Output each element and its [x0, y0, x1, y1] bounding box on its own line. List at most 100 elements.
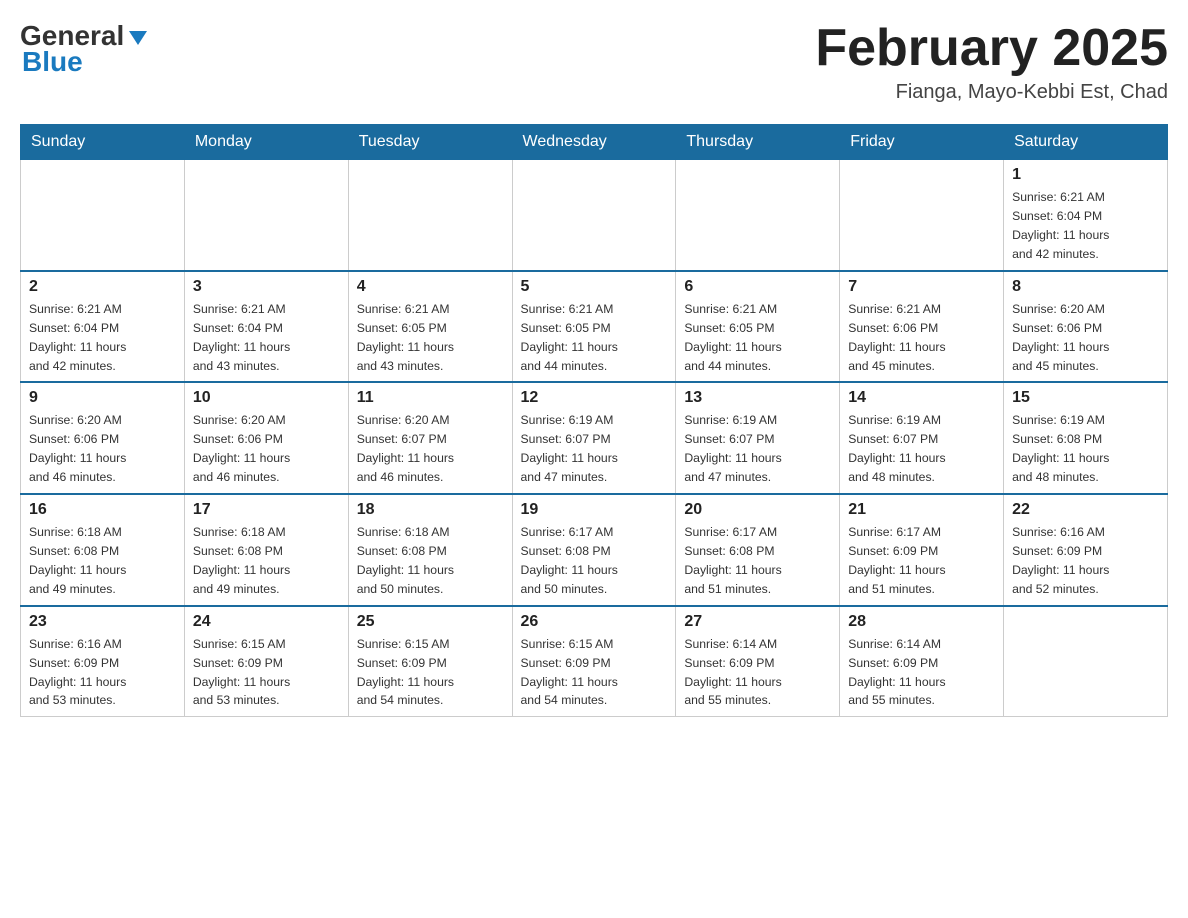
calendar-location: Fianga, Mayo-Kebbi Est, Chad [815, 81, 1168, 104]
table-row [21, 160, 185, 271]
logo: General Blue [20, 20, 147, 78]
table-row: 7 Sunrise: 6:21 AM Sunset: 6:06 PM Daylig… [840, 271, 1004, 383]
day-number: 25 [357, 613, 504, 631]
day-info: Sunrise: 6:17 AM Sunset: 6:08 PM Dayligh… [521, 523, 668, 599]
day-number: 7 [848, 278, 995, 296]
table-row: 11 Sunrise: 6:20 AM Sunset: 6:07 PM Dayli… [348, 382, 512, 494]
day-info: Sunrise: 6:21 AM Sunset: 6:05 PM Dayligh… [521, 300, 668, 376]
table-row: 19 Sunrise: 6:17 AM Sunset: 6:08 PM Dayli… [512, 494, 676, 606]
table-row: 27 Sunrise: 6:14 AM Sunset: 6:09 PM Dayli… [676, 606, 840, 717]
col-saturday: Saturday [1004, 125, 1168, 160]
table-row: 8Sunrise: 6:20 AM Sunset: 6:06 PM Daylig… [1004, 271, 1168, 383]
day-number: 2 [29, 278, 176, 296]
table-row [184, 160, 348, 271]
day-info: Sunrise: 6:21 AM Sunset: 6:05 PM Dayligh… [684, 300, 831, 376]
day-info: Sunrise: 6:20 AM Sunset: 6:06 PM Dayligh… [1012, 300, 1159, 376]
day-info: Sunrise: 6:21 AM Sunset: 6:05 PM Dayligh… [357, 300, 504, 376]
day-info: Sunrise: 6:16 AM Sunset: 6:09 PM Dayligh… [29, 635, 176, 711]
day-info: Sunrise: 6:20 AM Sunset: 6:06 PM Dayligh… [193, 411, 340, 487]
day-info: Sunrise: 6:17 AM Sunset: 6:09 PM Dayligh… [848, 523, 995, 599]
table-row [512, 160, 676, 271]
day-number: 5 [521, 278, 668, 296]
table-row: 2 Sunrise: 6:21 AM Sunset: 6:04 PM Daylig… [21, 271, 185, 383]
day-number: 12 [521, 389, 668, 407]
day-number: 10 [193, 389, 340, 407]
table-row: 6 Sunrise: 6:21 AM Sunset: 6:05 PM Daylig… [676, 271, 840, 383]
table-row: 23 Sunrise: 6:16 AM Sunset: 6:09 PM Dayli… [21, 606, 185, 717]
col-thursday: Thursday [676, 125, 840, 160]
col-friday: Friday [840, 125, 1004, 160]
table-row [840, 160, 1004, 271]
table-row: 20Sunrise: 6:17 AM Sunset: 6:08 PM Dayli… [676, 494, 840, 606]
day-number: 26 [521, 613, 668, 631]
day-number: 6 [684, 278, 831, 296]
day-info: Sunrise: 6:20 AM Sunset: 6:07 PM Dayligh… [357, 411, 504, 487]
col-monday: Monday [184, 125, 348, 160]
day-info: Sunrise: 6:15 AM Sunset: 6:09 PM Dayligh… [357, 635, 504, 711]
day-number: 16 [29, 501, 176, 519]
day-number: 27 [684, 613, 831, 631]
table-row [1004, 606, 1168, 717]
calendar-week-row: 2 Sunrise: 6:21 AM Sunset: 6:04 PM Daylig… [21, 271, 1168, 383]
day-info: Sunrise: 6:14 AM Sunset: 6:09 PM Dayligh… [848, 635, 995, 711]
day-number: 3 [193, 278, 340, 296]
day-info: Sunrise: 6:20 AM Sunset: 6:06 PM Dayligh… [29, 411, 176, 487]
day-info: Sunrise: 6:18 AM Sunset: 6:08 PM Dayligh… [29, 523, 176, 599]
col-wednesday: Wednesday [512, 125, 676, 160]
day-number: 23 [29, 613, 176, 631]
calendar-week-row: 1 Sunrise: 6:21 AM Sunset: 6:04 PM Daylig… [21, 160, 1168, 271]
table-row: 14Sunrise: 6:19 AM Sunset: 6:07 PM Dayli… [840, 382, 1004, 494]
table-row [676, 160, 840, 271]
page-header: General Blue February 2025 Fianga, Mayo-… [20, 20, 1168, 104]
day-number: 21 [848, 501, 995, 519]
day-info: Sunrise: 6:19 AM Sunset: 6:08 PM Dayligh… [1012, 411, 1159, 487]
day-number: 11 [357, 389, 504, 407]
calendar-week-row: 23 Sunrise: 6:16 AM Sunset: 6:09 PM Dayli… [21, 606, 1168, 717]
day-number: 28 [848, 613, 995, 631]
table-row: 25 Sunrise: 6:15 AM Sunset: 6:09 PM Dayli… [348, 606, 512, 717]
day-number: 14 [848, 389, 995, 407]
table-row: 18 Sunrise: 6:18 AM Sunset: 6:08 PM Dayli… [348, 494, 512, 606]
table-row: 1 Sunrise: 6:21 AM Sunset: 6:04 PM Daylig… [1004, 160, 1168, 271]
table-row: 15 Sunrise: 6:19 AM Sunset: 6:08 PM Dayli… [1004, 382, 1168, 494]
day-info: Sunrise: 6:14 AM Sunset: 6:09 PM Dayligh… [684, 635, 831, 711]
day-number: 4 [357, 278, 504, 296]
table-row [348, 160, 512, 271]
col-tuesday: Tuesday [348, 125, 512, 160]
table-row: 28 Sunrise: 6:14 AM Sunset: 6:09 PM Dayli… [840, 606, 1004, 717]
calendar-header-row: Sunday Monday Tuesday Wednesday Thursday… [21, 125, 1168, 160]
table-row: 9 Sunrise: 6:20 AM Sunset: 6:06 PM Daylig… [21, 382, 185, 494]
day-info: Sunrise: 6:18 AM Sunset: 6:08 PM Dayligh… [193, 523, 340, 599]
table-row: 26Sunrise: 6:15 AM Sunset: 6:09 PM Dayli… [512, 606, 676, 717]
title-block: February 2025 Fianga, Mayo-Kebbi Est, Ch… [815, 20, 1168, 104]
table-row: 4 Sunrise: 6:21 AM Sunset: 6:05 PM Daylig… [348, 271, 512, 383]
day-number: 15 [1012, 389, 1159, 407]
day-number: 9 [29, 389, 176, 407]
table-row: 13Sunrise: 6:19 AM Sunset: 6:07 PM Dayli… [676, 382, 840, 494]
calendar-title: February 2025 [815, 20, 1168, 77]
logo-triangle-icon [129, 20, 147, 52]
day-number: 18 [357, 501, 504, 519]
day-info: Sunrise: 6:16 AM Sunset: 6:09 PM Dayligh… [1012, 523, 1159, 599]
day-info: Sunrise: 6:21 AM Sunset: 6:06 PM Dayligh… [848, 300, 995, 376]
col-sunday: Sunday [21, 125, 185, 160]
table-row: 21 Sunrise: 6:17 AM Sunset: 6:09 PM Dayli… [840, 494, 1004, 606]
table-row: 10 Sunrise: 6:20 AM Sunset: 6:06 PM Dayli… [184, 382, 348, 494]
day-info: Sunrise: 6:21 AM Sunset: 6:04 PM Dayligh… [29, 300, 176, 376]
day-number: 13 [684, 389, 831, 407]
day-number: 1 [1012, 166, 1159, 184]
logo-blue-text: Blue [20, 46, 83, 78]
day-info: Sunrise: 6:15 AM Sunset: 6:09 PM Dayligh… [193, 635, 340, 711]
day-number: 17 [193, 501, 340, 519]
day-number: 19 [521, 501, 668, 519]
day-info: Sunrise: 6:21 AM Sunset: 6:04 PM Dayligh… [1012, 188, 1159, 264]
day-info: Sunrise: 6:17 AM Sunset: 6:08 PM Dayligh… [684, 523, 831, 599]
day-number: 24 [193, 613, 340, 631]
day-info: Sunrise: 6:18 AM Sunset: 6:08 PM Dayligh… [357, 523, 504, 599]
table-row: 16 Sunrise: 6:18 AM Sunset: 6:08 PM Dayli… [21, 494, 185, 606]
table-row: 17 Sunrise: 6:18 AM Sunset: 6:08 PM Dayli… [184, 494, 348, 606]
table-row: 24 Sunrise: 6:15 AM Sunset: 6:09 PM Dayli… [184, 606, 348, 717]
day-info: Sunrise: 6:19 AM Sunset: 6:07 PM Dayligh… [521, 411, 668, 487]
table-row: 3Sunrise: 6:21 AM Sunset: 6:04 PM Daylig… [184, 271, 348, 383]
day-number: 22 [1012, 501, 1159, 519]
